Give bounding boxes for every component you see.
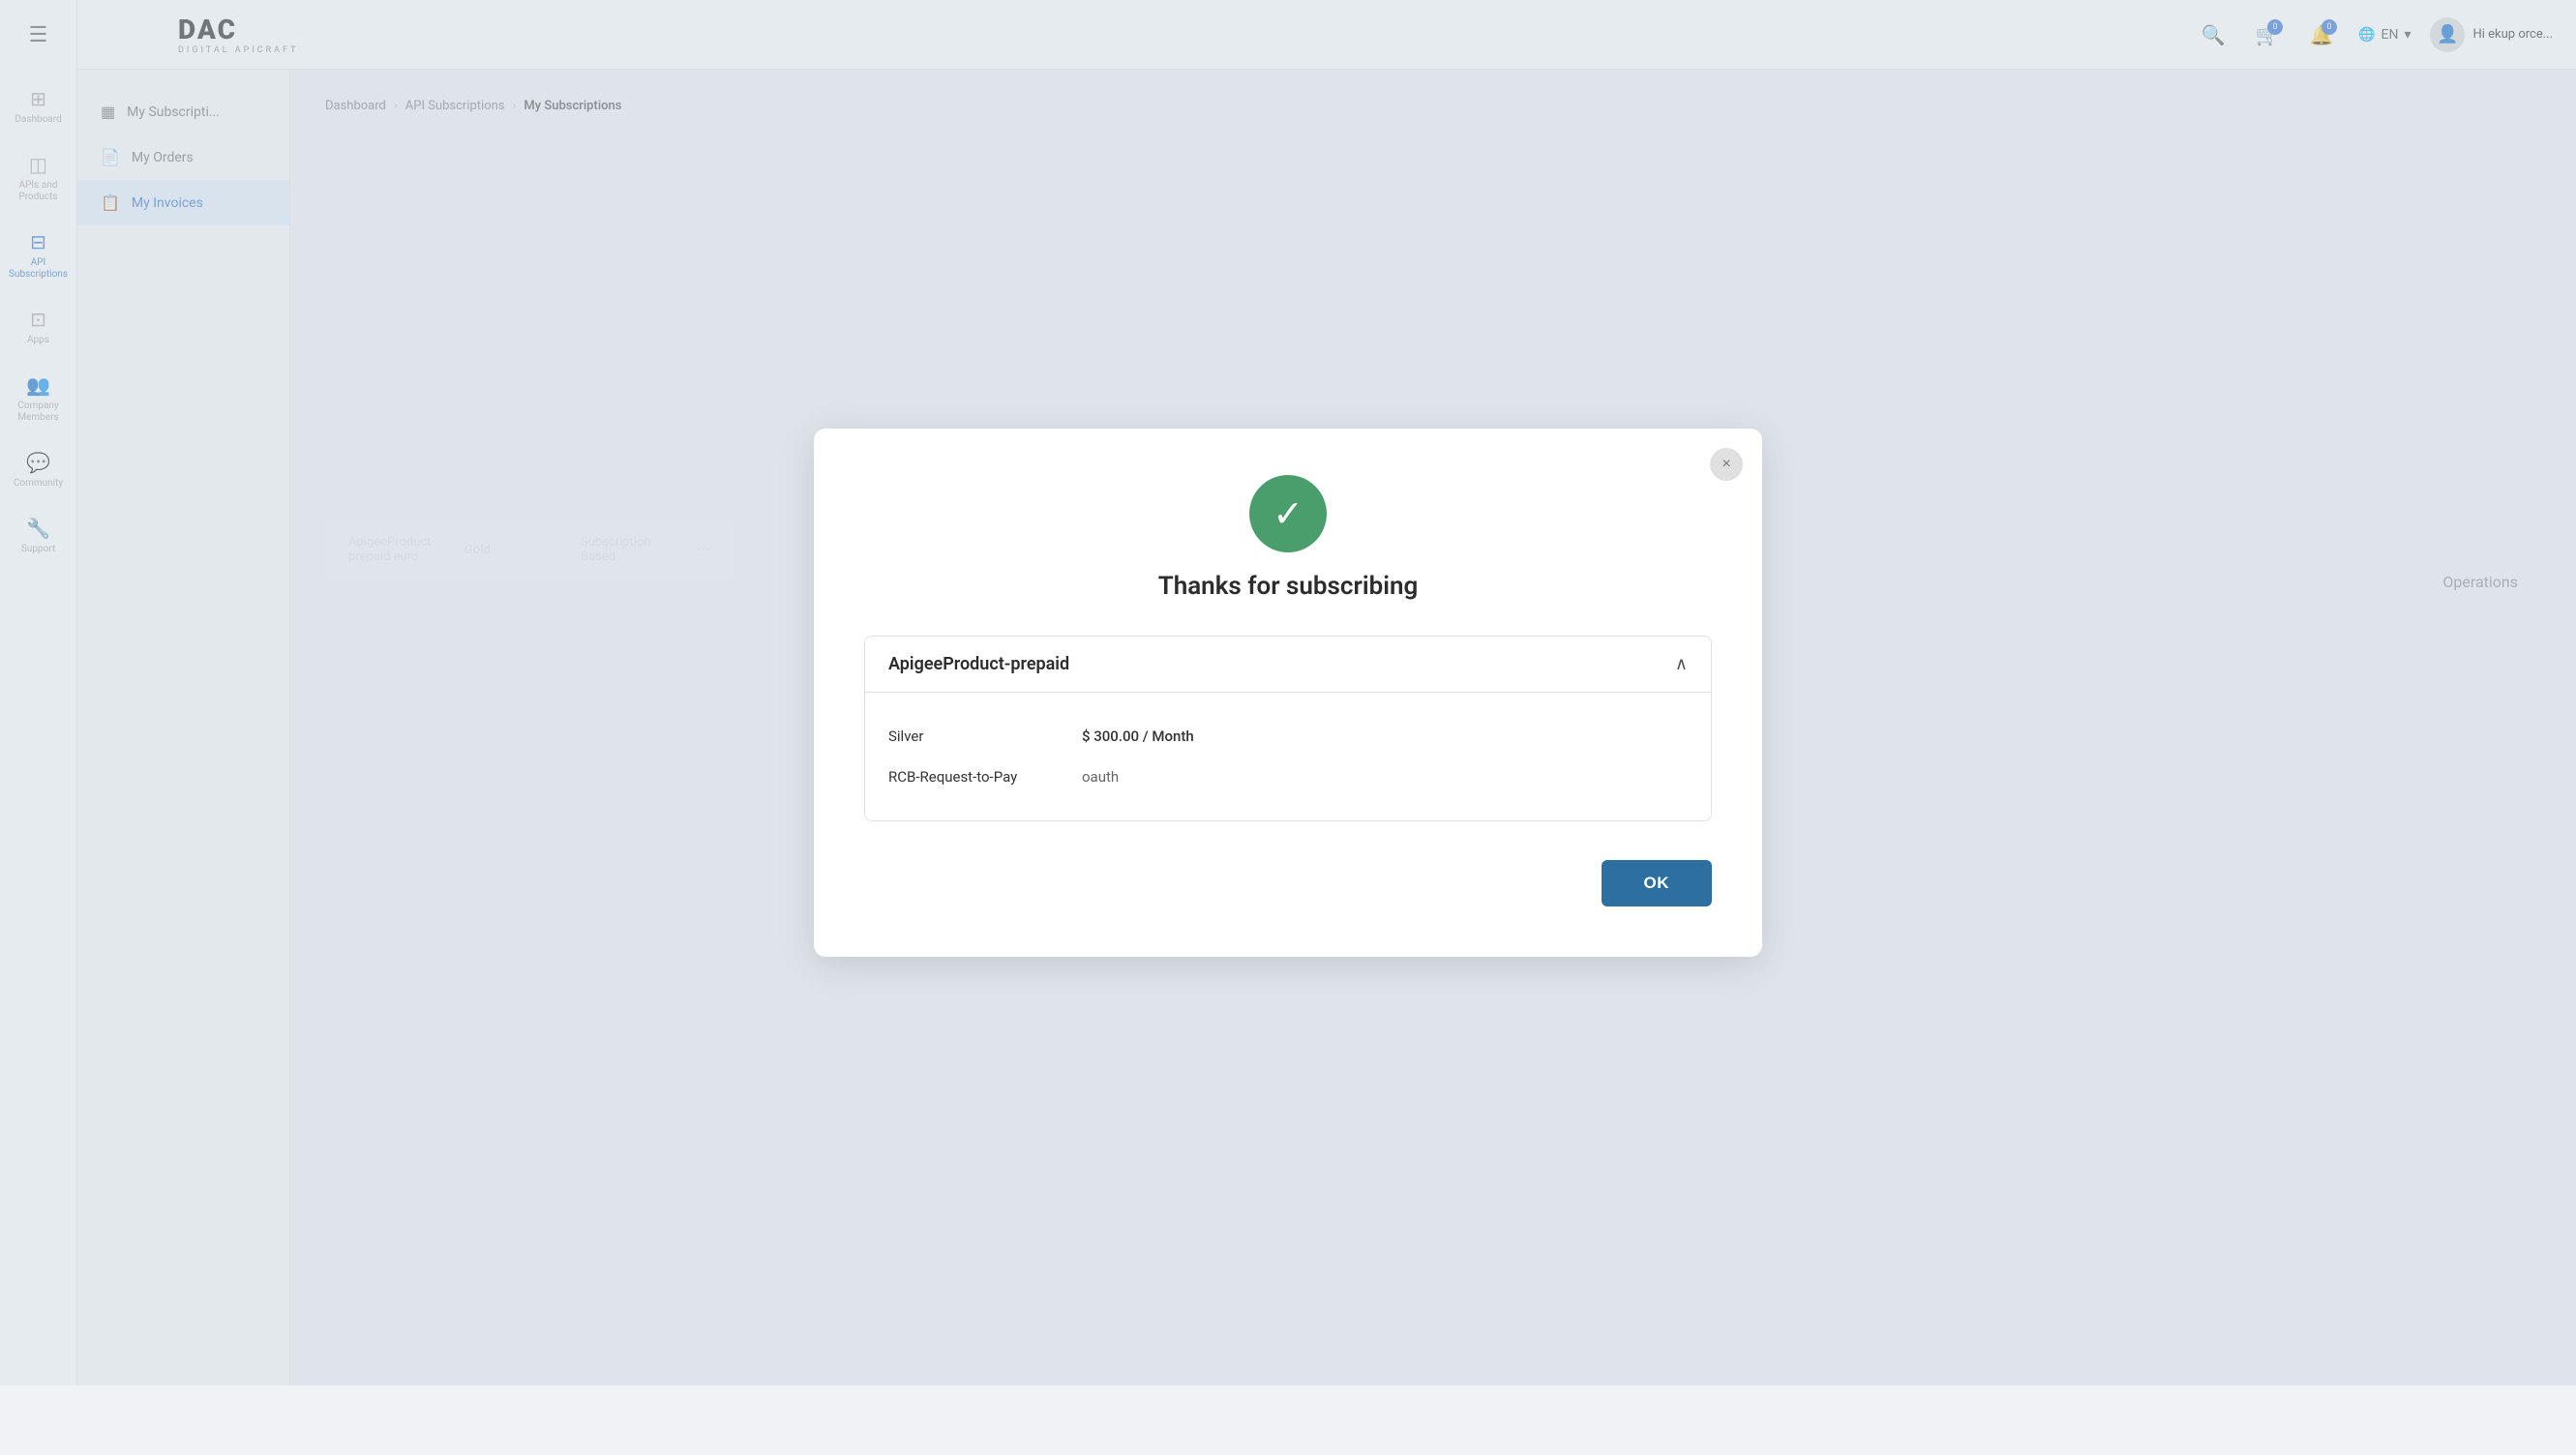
- modal-header: ✓ Thanks for subscribing: [864, 475, 1712, 601]
- close-icon: ×: [1722, 456, 1730, 473]
- subscription-card-header[interactable]: ApigeeProduct-prepaid ∧: [865, 637, 1711, 693]
- subscription-card-title: ApigeeProduct-prepaid: [888, 654, 1069, 674]
- success-check-circle: ✓: [1249, 475, 1327, 552]
- subscription-card: ApigeeProduct-prepaid ∧ Silver $ 300.00 …: [864, 636, 1712, 821]
- tier-price: $ 300.00 / Month: [1082, 728, 1194, 745]
- chevron-up-icon: ∧: [1675, 654, 1688, 674]
- subscription-card-body: Silver $ 300.00 / Month RCB-Request-to-P…: [865, 693, 1711, 820]
- subscription-tier-row: Silver $ 300.00 / Month: [888, 716, 1688, 757]
- auth-label: RCB-Request-to-Pay: [888, 768, 1063, 786]
- modal-footer: OK: [864, 860, 1712, 906]
- tier-label: Silver: [888, 728, 1063, 745]
- subscription-auth-row: RCB-Request-to-Pay oauth: [888, 757, 1688, 797]
- modal-overlay: × ✓ Thanks for subscribing ApigeeProduct…: [0, 0, 2576, 1385]
- checkmark-icon: ✓: [1273, 492, 1303, 536]
- modal-close-button[interactable]: ×: [1710, 448, 1743, 481]
- modal-title: Thanks for subscribing: [1158, 572, 1419, 601]
- ok-button[interactable]: OK: [1602, 860, 1713, 906]
- subscription-success-modal: × ✓ Thanks for subscribing ApigeeProduct…: [814, 429, 1762, 957]
- auth-value: oauth: [1082, 768, 1119, 786]
